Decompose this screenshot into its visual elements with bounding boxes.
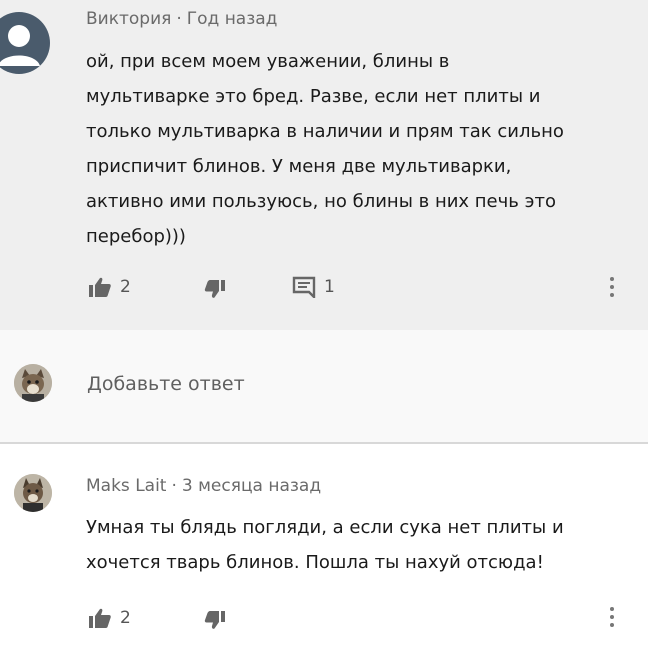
thumbs-up-icon	[89, 608, 111, 628]
like-button[interactable]: 2	[88, 276, 131, 298]
comment-text: Умная ты блядь погляди, а если сука нет …	[86, 510, 564, 580]
comment-text-line: приспичит блинов. У меня две мультиварки…	[86, 156, 512, 177]
comment-text-line: хочется тварь блинов. Пошла ты нахуй отс…	[86, 552, 544, 573]
comment-time[interactable]: Год назад	[187, 9, 278, 29]
reply-input-row: Добавьте ответ	[0, 330, 648, 444]
reply-count-button[interactable]: 1	[292, 276, 335, 298]
separator-dot: ·	[176, 9, 182, 29]
right-edge	[648, 0, 665, 665]
comment-text-line: ой, при всем моем уважении, блины в	[86, 51, 450, 72]
reply-count: 1	[324, 277, 335, 297]
comment-text-line: перебор)))	[86, 226, 186, 247]
comment-text-line: мультиварке это бред. Разве, если нет пл…	[86, 86, 541, 107]
default-user-icon	[0, 25, 40, 66]
like-count: 2	[120, 277, 131, 297]
dislike-button[interactable]	[204, 279, 226, 299]
comment-time[interactable]: 3 месяца назад	[182, 476, 321, 496]
thumbs-down-icon	[204, 611, 225, 629]
more-vert-icon[interactable]	[609, 607, 615, 631]
thumbs-down-icon	[204, 280, 225, 298]
like-count: 2	[120, 608, 131, 628]
comment-meta: Виктория · Год назад	[86, 9, 277, 29]
cat-avatar-icon	[14, 364, 52, 402]
avatar[interactable]	[14, 364, 52, 402]
comment-text-line: Умная ты блядь погляди, а если сука нет …	[86, 517, 564, 538]
cat-avatar-icon	[14, 474, 52, 512]
more-vert-icon[interactable]	[609, 277, 615, 301]
avatar[interactable]	[0, 12, 50, 74]
comment-icon	[292, 276, 316, 298]
comment-text-line: активно ими пользуюсь, но блины в них пе…	[86, 191, 556, 212]
comment-text-line: только мультиварка в наличии и прям так …	[86, 121, 564, 142]
dislike-button[interactable]	[204, 610, 226, 630]
comment-author[interactable]: Виктория	[86, 9, 171, 29]
separator-dot: ·	[171, 476, 177, 496]
comment-item: Maks Lait · 3 месяца назад Умная ты блядь …	[0, 444, 648, 665]
comment-text: ой, при всем моем уважении, блины в муль…	[86, 44, 564, 254]
reply-input[interactable]: Добавьте ответ	[87, 373, 245, 395]
thumbs-up-icon	[89, 277, 111, 297]
comment-meta: Maks Lait · 3 месяца назад	[86, 476, 321, 496]
comment-item: Виктория · Год назад ой, при всем моем ува…	[0, 0, 648, 330]
comment-author[interactable]: Maks Lait	[86, 476, 166, 496]
avatar[interactable]	[14, 474, 52, 512]
like-button[interactable]: 2	[88, 607, 131, 629]
